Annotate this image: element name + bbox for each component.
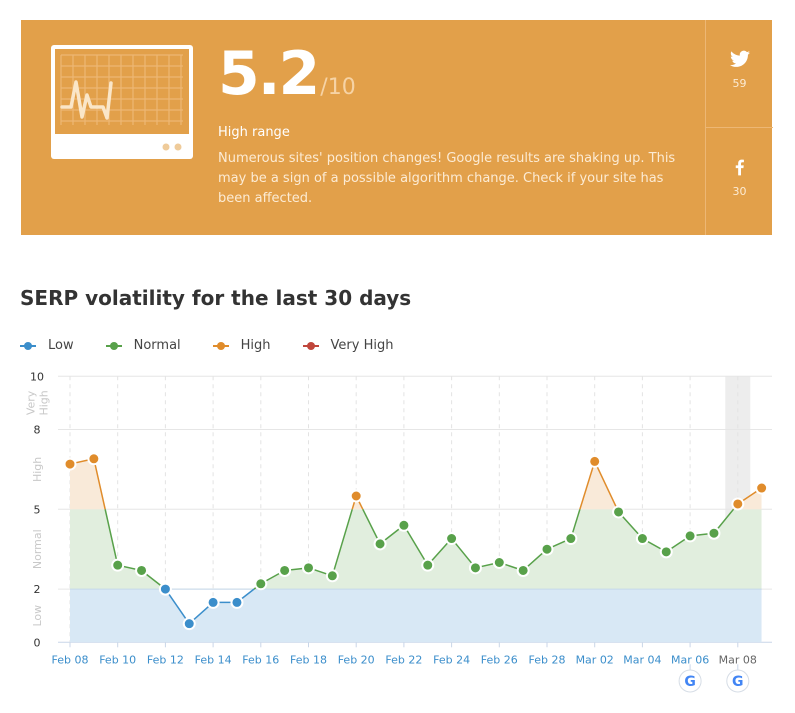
data-point-mar-05[interactable] xyxy=(659,545,673,559)
band-axis-label: High xyxy=(31,457,44,482)
data-point-feb-19[interactable] xyxy=(325,569,339,583)
data-point-feb-22[interactable] xyxy=(397,518,411,532)
data-point-feb-25[interactable] xyxy=(468,561,482,575)
data-point-feb-13[interactable] xyxy=(182,617,196,631)
y-tick-label: 5 xyxy=(34,503,41,516)
x-tick-label: Feb 28 xyxy=(529,653,566,666)
score-value: 5.2 xyxy=(218,39,320,109)
data-point-feb-08[interactable] xyxy=(63,457,77,471)
volatility-summary-panel: 5.2/10 High range Numerous sites' positi… xyxy=(21,20,773,235)
legend-item-very-high[interactable]: Very High xyxy=(302,338,394,353)
data-point-feb-21[interactable] xyxy=(373,537,387,551)
data-point-feb-28[interactable] xyxy=(540,542,554,556)
data-point-mar-02[interactable] xyxy=(588,454,602,468)
y-tick-label: 8 xyxy=(34,424,41,437)
data-point-mar-08[interactable] xyxy=(731,497,745,511)
legend-label: Very High xyxy=(330,338,394,353)
score-max: /10 xyxy=(320,75,356,100)
legend-label: Normal xyxy=(133,338,181,353)
data-point-feb-16[interactable] xyxy=(254,577,268,591)
legend-label: High xyxy=(240,338,271,353)
x-tick-label: Feb 16 xyxy=(242,653,279,666)
legend-swatch-very-high xyxy=(302,341,319,351)
data-point-feb-12[interactable] xyxy=(158,582,172,596)
volatility-chart: 025810LowNormalHighVery HighFeb 08 Feb 10 F… xyxy=(25,370,772,693)
facebook-share-button[interactable]: 30 xyxy=(706,128,773,235)
band-axis-label: Low xyxy=(31,605,44,627)
data-point-mar-09[interactable] xyxy=(755,481,769,495)
band-axis-label: High xyxy=(38,390,51,415)
facebook-count: 30 xyxy=(732,185,747,198)
data-point-feb-11[interactable] xyxy=(135,563,149,577)
x-tick-label: Feb 12 xyxy=(147,653,184,666)
volatility-score: 5.2/10 xyxy=(218,34,356,114)
y-tick-label: 0 xyxy=(34,636,41,649)
x-tick-label: Mar 02 xyxy=(576,653,614,666)
x-tick-label: Feb 22 xyxy=(385,653,422,666)
social-share-panel: 59 30 xyxy=(705,20,773,235)
data-point-feb-14[interactable] xyxy=(206,595,220,609)
legend-swatch-normal xyxy=(105,341,122,351)
data-point-mar-07[interactable] xyxy=(707,526,721,540)
data-point-mar-06[interactable] xyxy=(683,529,697,543)
band-axis-label: Normal xyxy=(31,529,44,569)
data-point-feb-27[interactable] xyxy=(516,563,530,577)
facebook-icon xyxy=(735,159,744,176)
twitter-share-button[interactable]: 59 xyxy=(706,20,773,128)
data-point-feb-17[interactable] xyxy=(278,563,292,577)
section-title: SERP volatility for the last 30 days xyxy=(20,286,412,310)
range-label: High range xyxy=(218,125,290,140)
x-tick-label: Feb 26 xyxy=(481,653,518,666)
x-tick-label: Feb 14 xyxy=(195,653,232,666)
x-tick-label: Feb 18 xyxy=(290,653,327,666)
legend-swatch-low xyxy=(20,341,36,351)
band-axis-label: Very xyxy=(25,390,38,415)
data-point-mar-03[interactable] xyxy=(612,505,626,519)
range-description: Numerous sites' position changes! Google… xyxy=(218,151,676,206)
data-point-mar-04[interactable] xyxy=(635,532,649,546)
data-point-feb-24[interactable] xyxy=(445,532,459,546)
data-point-feb-09[interactable] xyxy=(87,452,101,466)
data-point-feb-15[interactable] xyxy=(230,595,244,609)
legend-item-normal[interactable]: Normal xyxy=(105,338,181,353)
x-tick-label: Feb 10 xyxy=(99,653,136,666)
data-point-feb-18[interactable] xyxy=(302,561,315,575)
google-icon: G xyxy=(684,674,696,690)
twitter-count: 59 xyxy=(732,77,747,90)
data-point-feb-10[interactable] xyxy=(111,558,125,572)
legend-label: Low xyxy=(48,338,74,353)
data-point-feb-26[interactable] xyxy=(492,556,506,569)
legend-item-high[interactable]: High xyxy=(212,338,271,353)
data-point-feb-20[interactable] xyxy=(349,489,363,503)
data-point-mar-01[interactable] xyxy=(564,532,578,546)
x-tick-label: Feb 08 xyxy=(52,653,89,666)
x-tick-label: Feb 20 xyxy=(338,653,375,666)
y-tick-label: 2 xyxy=(34,583,41,596)
legend-item-low[interactable]: Low xyxy=(20,338,74,353)
data-point-feb-23[interactable] xyxy=(421,558,435,572)
twitter-icon xyxy=(729,50,750,67)
monitor-heartbeat-icon xyxy=(51,45,193,159)
chart-legend: Low Normal High Very High xyxy=(20,338,425,353)
y-tick-label: 10 xyxy=(30,370,44,383)
legend-swatch-high xyxy=(212,341,229,351)
x-tick-label: Feb 24 xyxy=(433,653,470,666)
x-tick-label: Mar 04 xyxy=(623,653,661,666)
google-icon: G xyxy=(732,674,744,690)
